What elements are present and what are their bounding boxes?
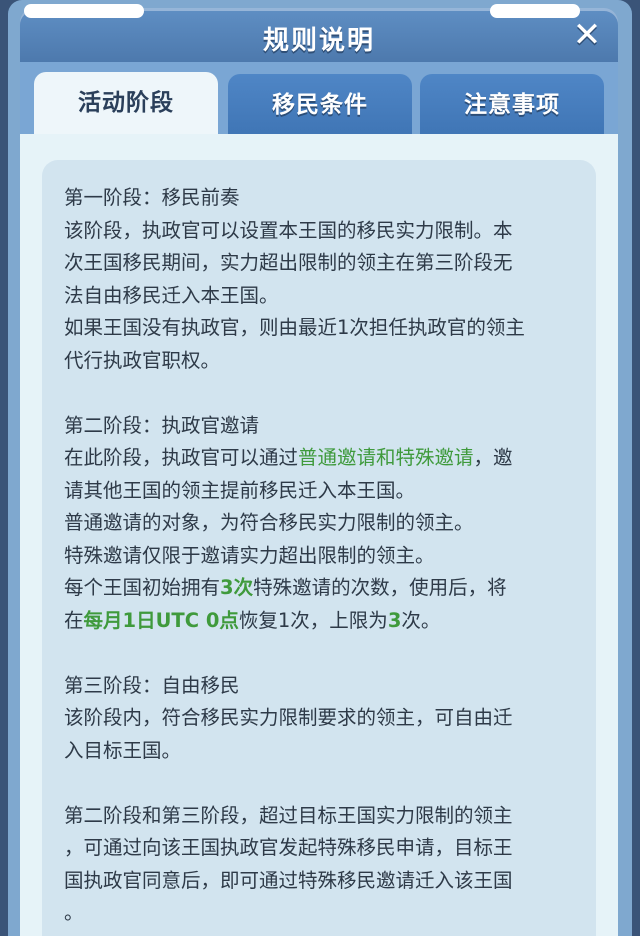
rules-text-area[interactable]: 第一阶段：移民前奏 该阶段，执政官可以设置本王国的移民实力限制。本 次王国移民期…: [42, 160, 596, 936]
rule-line: 国执政官同意后，即可通过特殊移民邀请迁入该王国: [64, 868, 513, 892]
stage-three-section: 第三阶段：自由移民 该阶段内，符合移民实力限制要求的领主，可自由迁 入目标王国。: [64, 670, 576, 768]
snow-decoration-left: [24, 4, 144, 18]
rule-text: 在: [64, 608, 84, 632]
stage-two-heading: 第二阶段：执政官邀请: [64, 413, 260, 437]
rule-line: 第二阶段和第三阶段，超过目标王国实力限制的领主: [64, 803, 513, 827]
rule-line: 次王国移民期间，实力超出限制的领主在第三阶段无: [64, 251, 513, 274]
rule-line: 。: [64, 901, 84, 924]
rule-text: 在此阶段，执政官可以通过: [64, 446, 299, 469]
highlight-invite-types: 普通邀请和特殊邀请: [298, 446, 474, 469]
rule-text: 次。: [401, 608, 441, 632]
rule-line: 在此阶段，执政官可以通过普通邀请和特殊邀请，邀: [64, 442, 576, 475]
rule-line: 该阶段，执政官可以设置本王国的移民实力限制。本: [64, 218, 513, 242]
tab-activity-stages[interactable]: 活动阶段: [34, 72, 218, 136]
content-panel: 第一阶段：移民前奏 该阶段，执政官可以设置本王国的移民实力限制。本 次王国移民期…: [20, 134, 618, 936]
rule-text: 恢复1次，上限为: [238, 608, 388, 632]
rule-line: 代行执政官职权。: [64, 348, 221, 372]
close-icon[interactable]: ✕: [568, 16, 606, 54]
dialog-title: 规则说明: [262, 26, 375, 56]
stage-three-heading: 第三阶段：自由移民: [64, 673, 240, 697]
highlight-invite-count: 3次: [220, 576, 254, 599]
stage-one-section: 第一阶段：移民前奏 该阶段，执政官可以设置本王国的移民实力限制。本 次王国移民期…: [64, 182, 576, 377]
rule-line: 每个王国初始拥有3次特殊邀请的次数，使用后，将: [64, 572, 576, 605]
highlight-reset-time: 每月1日UTC 0点: [83, 608, 239, 632]
stage-two-section: 第二阶段：执政官邀请 在此阶段，执政官可以通过普通邀请和特殊邀请，邀 请其他王国…: [64, 410, 576, 638]
rule-line: 请其他王国的领主提前移民迁入本王国。: [64, 478, 416, 502]
special-application-section: 第二阶段和第三阶段，超过目标王国实力限制的领主 ，可通过向该王国执政官发起特殊移…: [64, 800, 576, 930]
rule-text: ，邀: [473, 446, 513, 469]
snow-decoration-right: [490, 4, 580, 18]
rule-text: 每个王国初始拥有: [64, 576, 221, 599]
rule-line: 在每月1日UTC 0点恢复1次，上限为3次。: [64, 605, 576, 638]
stage-one-heading: 第一阶段：移民前奏: [64, 186, 240, 209]
dialog-header: 规则说明 ✕: [20, 4, 618, 62]
rule-line: 该阶段内，符合移民实力限制要求的领主，可自由迁: [64, 706, 513, 729]
rule-line: ，可通过向该王国执政官发起特殊移民申请，目标王: [64, 836, 513, 859]
rule-line: 入目标王国。: [64, 738, 182, 762]
rule-line: 特殊邀请仅限于邀请实力超出限制的领主。: [64, 543, 435, 567]
rule-line: 普通邀请的对象，为符合移民实力限制的领主。: [64, 511, 474, 534]
rule-text: 特殊邀请的次数，使用后，将: [253, 576, 507, 599]
highlight-limit: 3: [387, 608, 402, 632]
tab-bar: 活动阶段 移民条件 注意事项: [20, 62, 618, 136]
tab-migration-conditions[interactable]: 移民条件: [228, 74, 412, 136]
rule-line: 如果王国没有执政官，则由最近1次担任执政官的领主: [64, 316, 525, 339]
rule-line: 法自由移民迁入本王国。: [64, 283, 279, 307]
tab-notes[interactable]: 注意事项: [420, 74, 604, 136]
